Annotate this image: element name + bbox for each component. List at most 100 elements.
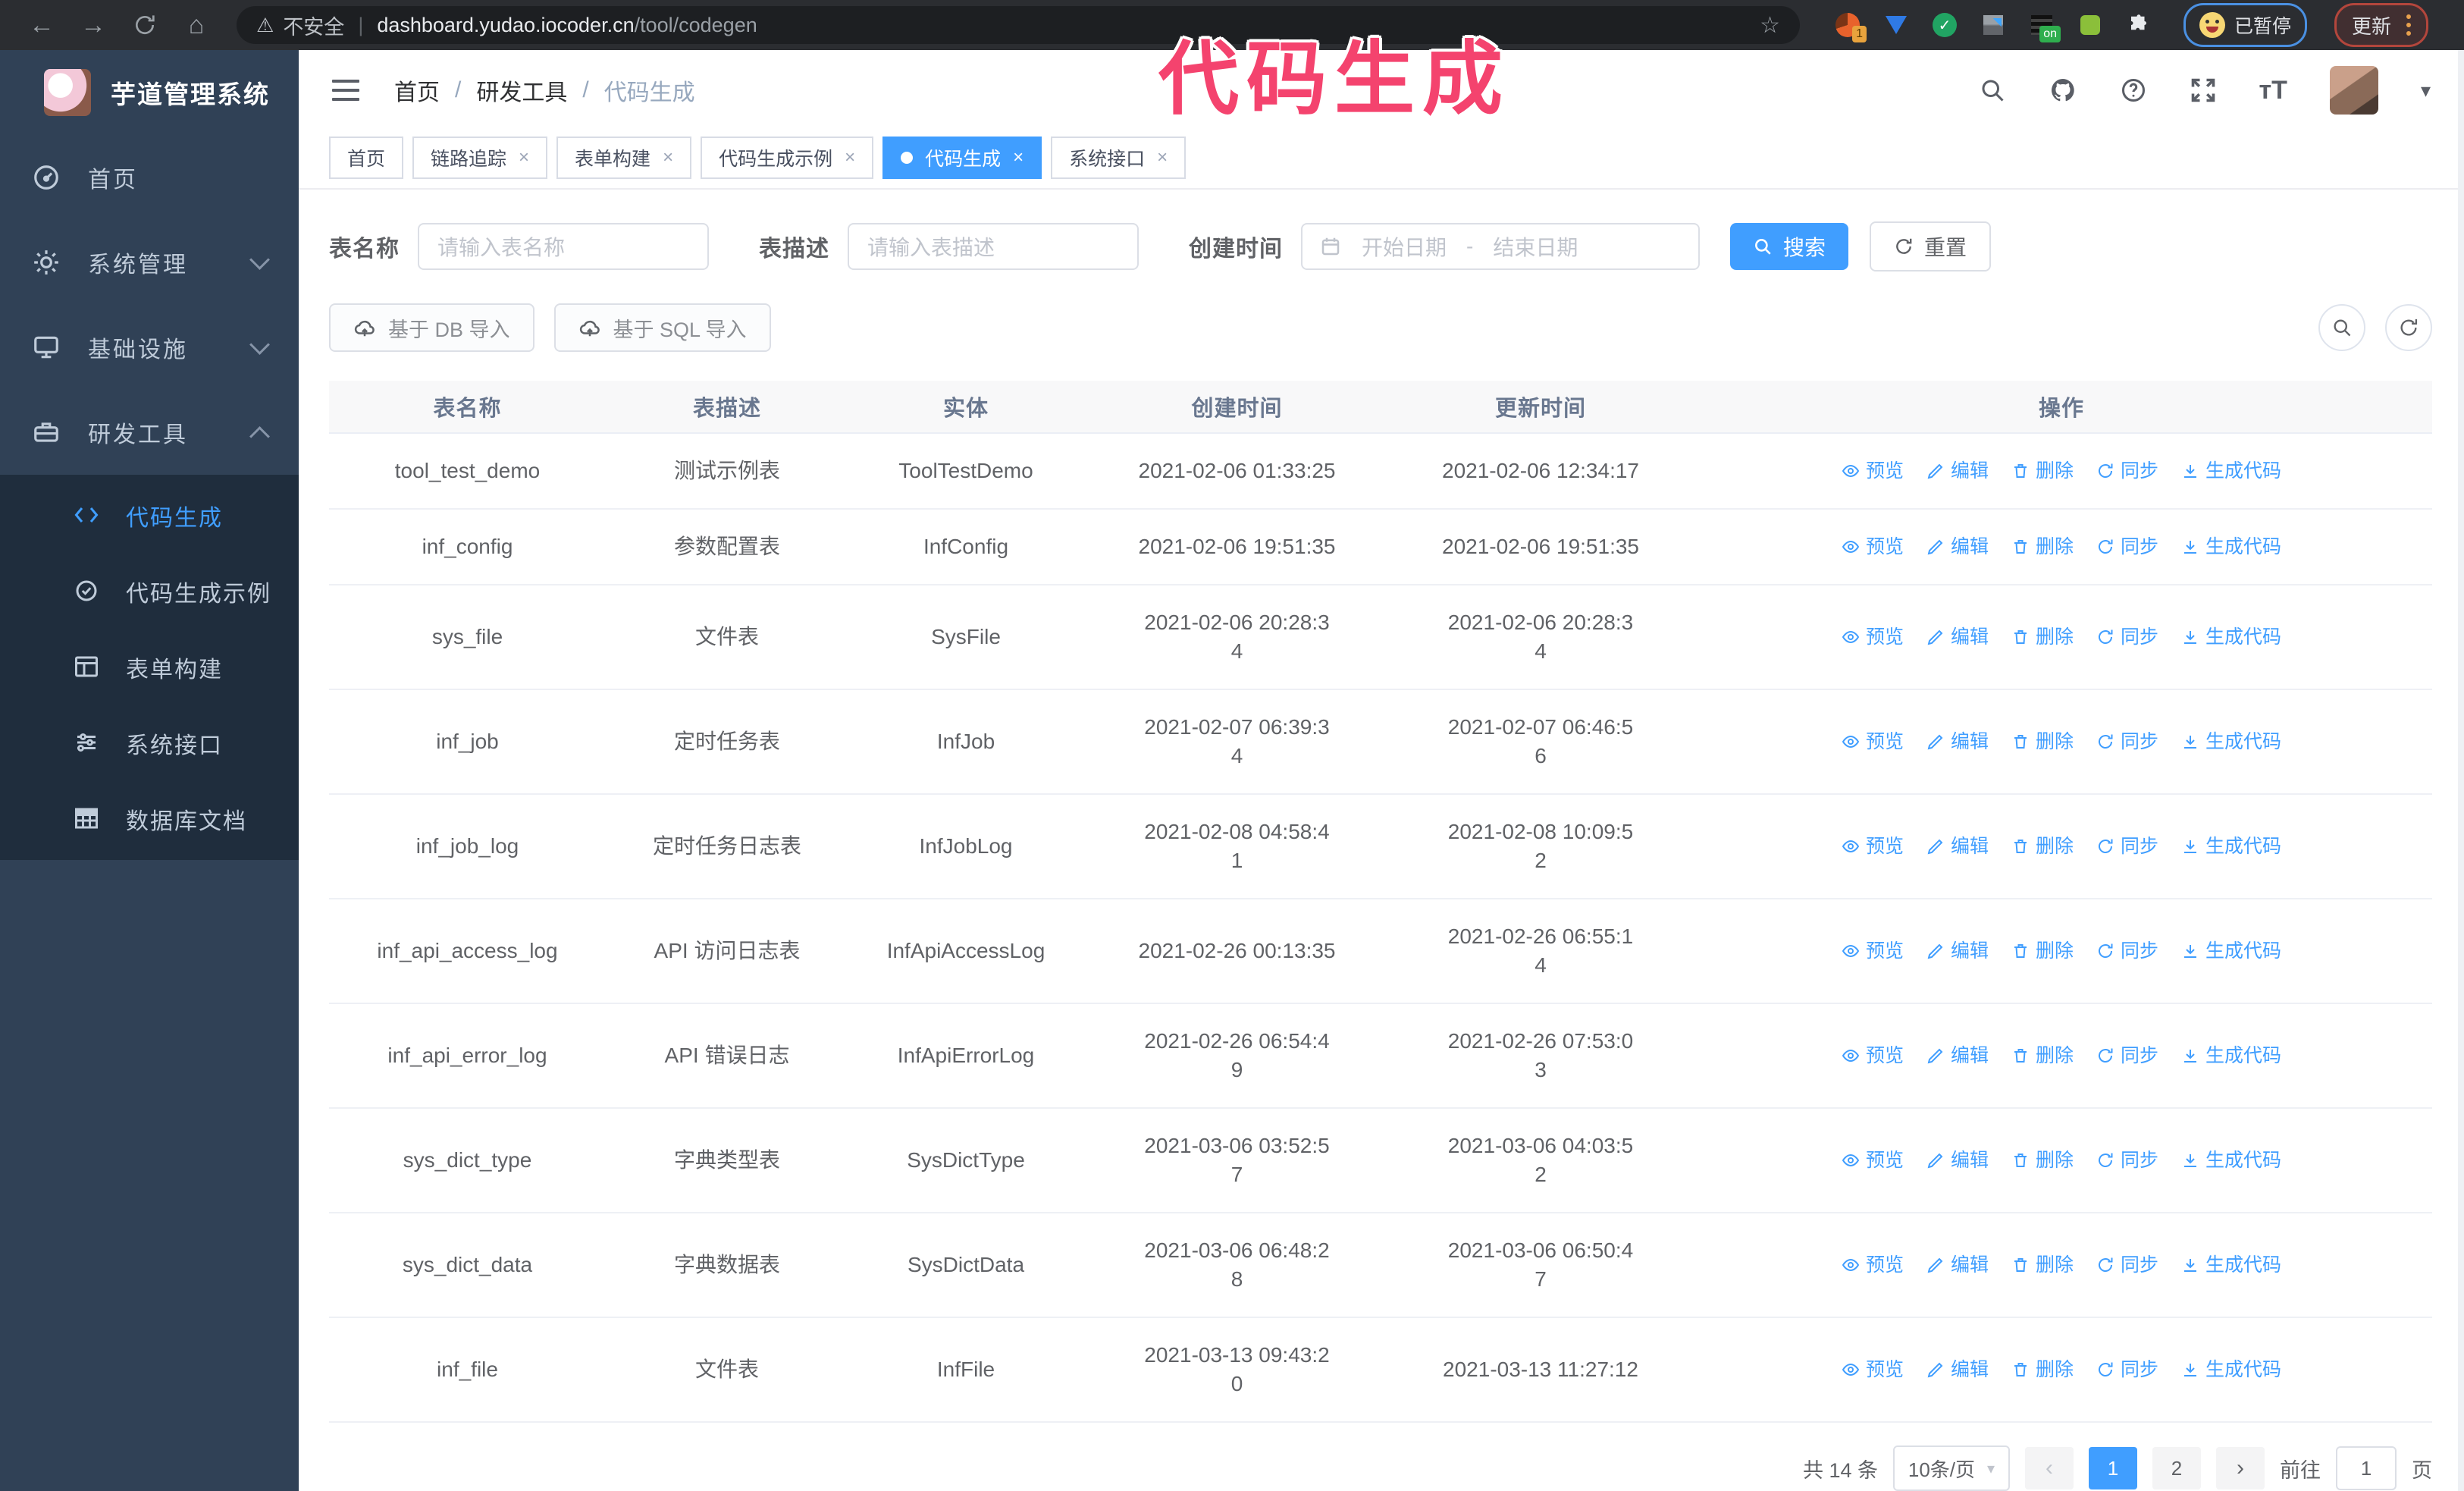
tab-system-api[interactable]: 系统接口 × [1051, 137, 1187, 180]
home-icon[interactable]: ⌂ [174, 3, 218, 47]
import-sql-button[interactable]: 基于 SQL 导入 [553, 303, 771, 352]
preview-link[interactable]: 预览 [1842, 532, 1904, 561]
sync-link[interactable]: 同步 [2096, 623, 2158, 651]
sync-link[interactable]: 同步 [2096, 1251, 2158, 1279]
close-icon[interactable]: × [1013, 147, 1024, 168]
generate-code-link[interactable]: 生成代码 [2181, 1355, 2281, 1384]
help-icon[interactable] [2120, 77, 2147, 104]
reload-icon[interactable] [123, 3, 167, 47]
back-icon[interactable]: ← [20, 3, 64, 47]
breadcrumb-home[interactable]: 首页 [394, 74, 440, 107]
date-range-input[interactable]: 开始日期 - 结束日期 [1301, 223, 1700, 270]
extension-key-icon[interactable] [2076, 11, 2105, 39]
forward-icon[interactable]: → [71, 3, 115, 47]
preview-link[interactable]: 预览 [1842, 1041, 1904, 1070]
extensions-puzzle-icon[interactable] [2124, 11, 2153, 39]
edit-link[interactable]: 编辑 [1926, 727, 1989, 756]
tab-tracing[interactable]: 链路追踪 × [412, 137, 548, 180]
generate-code-link[interactable]: 生成代码 [2181, 623, 2281, 651]
extension-check-icon[interactable]: ✓ [1930, 11, 1959, 39]
reset-button[interactable]: 重置 [1870, 221, 1992, 272]
delete-link[interactable]: 删除 [2011, 623, 2074, 651]
generate-code-link[interactable]: 生成代码 [2181, 937, 2281, 965]
generate-code-link[interactable]: 生成代码 [2181, 727, 2281, 756]
page-button-1[interactable]: 1 [2089, 1447, 2137, 1489]
github-icon[interactable] [2049, 76, 2077, 105]
table-name-input[interactable]: 请输入表名称 [418, 223, 709, 270]
tab-home[interactable]: 首页 [329, 137, 404, 180]
search-button[interactable]: 搜索 [1730, 223, 1849, 270]
edit-link[interactable]: 编辑 [1926, 1251, 1989, 1279]
preview-link[interactable]: 预览 [1842, 832, 1904, 861]
tab-form-builder[interactable]: 表单构建 × [556, 137, 692, 180]
sync-link[interactable]: 同步 [2096, 1146, 2158, 1175]
edit-link[interactable]: 编辑 [1926, 457, 1989, 485]
delete-link[interactable]: 删除 [2011, 532, 2074, 561]
extension-onetab-icon[interactable]: on [2027, 11, 2061, 42]
page-button-2[interactable]: 2 [2152, 1447, 2201, 1489]
sidebar-item-db-doc[interactable]: 数据库文档 [0, 781, 299, 857]
next-page-button[interactable]: › [2216, 1447, 2265, 1489]
refresh-table-button[interactable] [2385, 304, 2432, 351]
edit-link[interactable]: 编辑 [1926, 832, 1989, 861]
bookmark-star-icon[interactable]: ☆ [1760, 12, 1780, 39]
preview-link[interactable]: 预览 [1842, 727, 1904, 756]
sidebar-item-codegen[interactable]: 代码生成 [0, 478, 299, 554]
preview-link[interactable]: 预览 [1842, 623, 1904, 651]
sidebar-item-system[interactable]: 系统管理 [0, 220, 299, 305]
edit-link[interactable]: 编辑 [1926, 1146, 1989, 1175]
sync-link[interactable]: 同步 [2096, 1041, 2158, 1070]
edit-link[interactable]: 编辑 [1926, 1355, 1989, 1384]
sidebar-item-form-builder[interactable]: 表单构建 [0, 629, 299, 705]
delete-link[interactable]: 删除 [2011, 1355, 2074, 1384]
edit-link[interactable]: 编辑 [1926, 623, 1989, 651]
close-icon[interactable]: × [845, 147, 855, 168]
preview-link[interactable]: 预览 [1842, 1355, 1904, 1384]
sidebar-item-system-api[interactable]: 系统接口 [0, 705, 299, 781]
sync-link[interactable]: 同步 [2096, 1355, 2158, 1384]
delete-link[interactable]: 删除 [2011, 1041, 2074, 1070]
tab-codegen-example[interactable]: 代码生成示例 × [701, 137, 874, 180]
update-button[interactable]: 更新 [2334, 3, 2429, 47]
profile-paused-chip[interactable]: 已暂停 [2183, 3, 2308, 47]
delete-link[interactable]: 删除 [2011, 1251, 2074, 1279]
font-size-icon[interactable]: тT [2259, 76, 2287, 105]
sidebar-item-home[interactable]: 首页 [0, 135, 299, 220]
preview-link[interactable]: 预览 [1842, 1251, 1904, 1279]
extension-grid-icon[interactable] [1979, 9, 2011, 39]
generate-code-link[interactable]: 生成代码 [2181, 1251, 2281, 1279]
search-icon[interactable] [1979, 77, 2006, 104]
edit-link[interactable]: 编辑 [1926, 532, 1989, 561]
page-scrollbar[interactable] [2458, 50, 2464, 1491]
generate-code-link[interactable]: 生成代码 [2181, 1146, 2281, 1175]
preview-link[interactable]: 预览 [1842, 1146, 1904, 1175]
prev-page-button[interactable]: ‹ [2025, 1447, 2074, 1489]
sidebar-item-codegen-example[interactable]: 代码生成示例 [0, 554, 299, 629]
delete-link[interactable]: 删除 [2011, 937, 2074, 965]
address-bar[interactable]: ⚠ 不安全 | dashboard.yudao.iocoder.cn /tool… [237, 6, 1800, 44]
edit-link[interactable]: 编辑 [1926, 1041, 1989, 1070]
extension-gem-icon[interactable] [1882, 11, 1911, 39]
browser-menu-icon[interactable] [2406, 14, 2412, 36]
import-db-button[interactable]: 基于 DB 导入 [329, 303, 534, 352]
close-icon[interactable]: × [1157, 147, 1168, 168]
generate-code-link[interactable]: 生成代码 [2181, 1041, 2281, 1070]
fullscreen-icon[interactable] [2190, 77, 2217, 104]
delete-link[interactable]: 删除 [2011, 832, 2074, 861]
delete-link[interactable]: 删除 [2011, 457, 2074, 485]
user-menu-caret-icon[interactable]: ▾ [2421, 79, 2431, 102]
generate-code-link[interactable]: 生成代码 [2181, 532, 2281, 561]
sync-link[interactable]: 同步 [2096, 532, 2158, 561]
generate-code-link[interactable]: 生成代码 [2181, 832, 2281, 861]
extension-colorzilla-icon[interactable]: 1 [1833, 11, 1867, 42]
sync-link[interactable]: 同步 [2096, 727, 2158, 756]
page-size-select[interactable]: 10条/页 ▾ [1893, 1445, 2010, 1491]
sidebar-fold-icon[interactable] [332, 80, 359, 102]
goto-page-input[interactable]: 1 [2336, 1446, 2397, 1490]
sync-link[interactable]: 同步 [2096, 937, 2158, 965]
close-icon[interactable]: × [519, 147, 529, 168]
sync-link[interactable]: 同步 [2096, 457, 2158, 485]
close-icon[interactable]: × [663, 147, 673, 168]
sidebar-item-infrastructure[interactable]: 基础设施 [0, 305, 299, 390]
breadcrumb-devtools[interactable]: 研发工具 [476, 74, 567, 107]
